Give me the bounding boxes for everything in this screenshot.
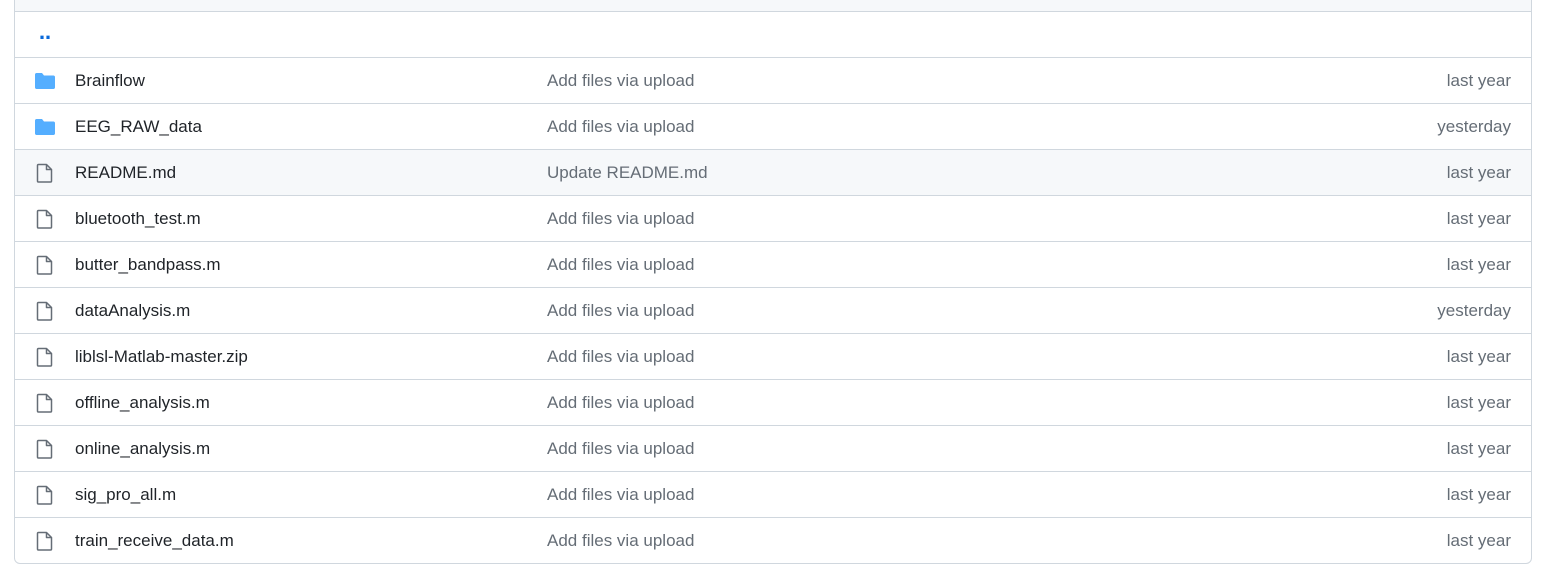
file-icon xyxy=(34,347,56,367)
file-row[interactable]: Brainflow Add files via upload last year xyxy=(15,58,1531,104)
commit-message-link[interactable]: Add files via upload xyxy=(547,288,694,333)
folder-name-link[interactable]: EEG_RAW_data xyxy=(75,104,202,149)
file-list: Brainflow Add files via upload last year EE… xyxy=(15,58,1531,563)
file-row[interactable]: bluetooth_test.m Add files via upload last… xyxy=(15,196,1531,242)
commit-date: last year xyxy=(1446,439,1511,458)
commit-date: last year xyxy=(1446,347,1511,366)
file-table: ‥ Brainflow Add files via upload last year… xyxy=(14,0,1532,564)
file-row[interactable]: butter_bandpass.m Add files via upload las… xyxy=(15,242,1531,288)
folder-name-link[interactable]: Brainflow xyxy=(75,58,145,103)
folder-icon xyxy=(34,118,56,136)
commit-date: last year xyxy=(1446,71,1511,90)
commit-message-link[interactable]: Add files via upload xyxy=(547,334,694,379)
file-name-link[interactable]: liblsl-Matlab-master.zip xyxy=(75,334,248,379)
commit-date: last year xyxy=(1446,531,1511,550)
commit-message-link[interactable]: Update README.md xyxy=(547,150,708,195)
commit-date: last year xyxy=(1446,163,1511,182)
commit-message-link[interactable]: Add files via upload xyxy=(547,426,694,471)
commit-message-link[interactable]: Add files via upload xyxy=(547,472,694,517)
file-name-link[interactable]: bluetooth_test.m xyxy=(75,196,201,241)
file-name-link[interactable]: README.md xyxy=(75,150,176,195)
file-row[interactable]: dataAnalysis.m Add files via upload yester… xyxy=(15,288,1531,334)
commit-message-link[interactable]: Add files via upload xyxy=(547,242,694,287)
file-icon xyxy=(34,439,56,459)
file-row[interactable]: README.md Update README.md last year xyxy=(15,150,1531,196)
file-row[interactable]: online_analysis.m Add files via upload las… xyxy=(15,426,1531,472)
file-icon xyxy=(34,393,56,413)
file-name-link[interactable]: train_receive_data.m xyxy=(75,518,234,563)
commit-message-link[interactable]: Add files via upload xyxy=(547,196,694,241)
file-row[interactable]: EEG_RAW_data Add files via upload yesterda… xyxy=(15,104,1531,150)
commit-date: last year xyxy=(1446,393,1511,412)
file-name-link[interactable]: butter_bandpass.m xyxy=(75,242,221,287)
file-icon xyxy=(34,301,56,321)
commit-message-link[interactable]: Add files via upload xyxy=(547,104,694,149)
commit-date: yesterday xyxy=(1437,301,1511,320)
parent-directory-link[interactable]: ‥ xyxy=(39,24,52,42)
file-icon xyxy=(34,531,56,551)
file-table-header xyxy=(15,0,1531,12)
commit-message-link[interactable]: Add files via upload xyxy=(547,380,694,425)
commit-message-link[interactable]: Add files via upload xyxy=(547,58,694,103)
file-icon xyxy=(34,485,56,505)
file-row[interactable]: sig_pro_all.m Add files via upload last ye… xyxy=(15,472,1531,518)
file-name-link[interactable]: offline_analysis.m xyxy=(75,380,210,425)
file-row[interactable]: liblsl-Matlab-master.zip Add files via up… xyxy=(15,334,1531,380)
commit-date: last year xyxy=(1446,255,1511,274)
file-name-link[interactable]: online_analysis.m xyxy=(75,426,210,471)
folder-icon xyxy=(34,72,56,90)
file-row[interactable]: offline_analysis.m Add files via upload la… xyxy=(15,380,1531,426)
file-icon xyxy=(34,255,56,275)
file-row[interactable]: train_receive_data.m Add files via upload… xyxy=(15,518,1531,563)
parent-directory-row[interactable]: ‥ xyxy=(15,12,1531,58)
commit-message-link[interactable]: Add files via upload xyxy=(547,518,694,563)
file-name-link[interactable]: dataAnalysis.m xyxy=(75,288,190,333)
file-icon xyxy=(34,163,56,183)
file-icon xyxy=(34,209,56,229)
commit-date: last year xyxy=(1446,209,1511,228)
commit-date: yesterday xyxy=(1437,117,1511,136)
commit-date: last year xyxy=(1446,485,1511,504)
file-name-link[interactable]: sig_pro_all.m xyxy=(75,472,176,517)
